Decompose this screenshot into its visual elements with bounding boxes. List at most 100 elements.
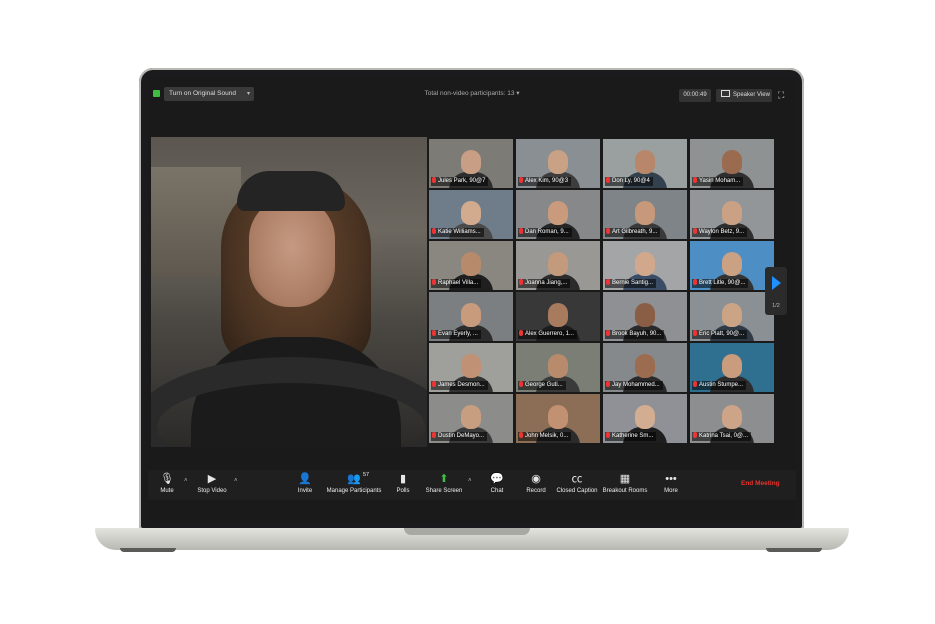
muted-mic-icon [693, 381, 697, 387]
participant-tile[interactable]: Katrina Tsai, 0@... [690, 394, 774, 443]
record-button[interactable]: ◉ Record [524, 472, 548, 494]
non-video-participants-label: Total non-video participants: 13 [424, 90, 515, 97]
participant-head [635, 354, 655, 378]
muted-mic-icon [693, 330, 697, 336]
participant-name-label: Dan Roman, 9... [518, 228, 572, 237]
participant-tile[interactable]: George Guti... [516, 343, 600, 392]
arrow-right-icon [772, 276, 781, 290]
participant-tile[interactable]: James Desmon... [429, 343, 513, 392]
participant-tile[interactable]: Yasin Moham... [690, 139, 774, 188]
steering-wheel [151, 357, 427, 447]
participant-tile[interactable]: Dan Roman, 9... [516, 190, 600, 239]
muted-mic-icon [519, 279, 523, 285]
participant-tile[interactable]: John Melsik, 0... [516, 394, 600, 443]
participant-head [722, 150, 742, 174]
audio-options-chevron-icon[interactable]: ˄ [184, 478, 188, 484]
next-page-button[interactable]: 1/2 [765, 267, 787, 315]
participant-tile[interactable]: Dustin DeMayo... [429, 394, 513, 443]
participant-name-label: George Guti... [518, 381, 566, 390]
participant-name-label: Dustin DeMayo... [431, 432, 488, 441]
participant-name-label: James Desmon... [431, 381, 488, 390]
share-screen-icon: ⬆ [439, 473, 449, 485]
participant-name-label: Brett Litle, 90@... [692, 279, 749, 288]
participant-name: Waylon Betz, 9... [699, 229, 745, 235]
participant-tile[interactable]: Katie Williams... [429, 190, 513, 239]
participant-name: Brett Litle, 90@... [699, 280, 746, 286]
participant-tile[interactable]: Alex Guerrero, 1... [516, 292, 600, 341]
participant-name-label: Katrina Tsai, 0@... [692, 432, 752, 441]
more-label: More [664, 488, 678, 494]
meeting-timer: 00:00:49 [679, 89, 711, 102]
polls-button[interactable]: ▮ Polls [394, 472, 412, 494]
participant-name: James Desmon... [438, 382, 485, 388]
participant-head [548, 150, 568, 174]
closed-caption-button[interactable]: ㏄ Closed Caption [554, 472, 600, 494]
participant-head [635, 201, 655, 225]
participant-name: Brook Bayuh, 90... [612, 331, 662, 337]
participant-tile[interactable]: Don Ly, 90@4 [603, 139, 687, 188]
fullscreen-icon[interactable]: ⛶ [778, 91, 787, 100]
add-person-icon: 👤 [298, 473, 312, 485]
participant-name: Katherine Sm... [612, 433, 654, 439]
page-indicator: 1/2 [772, 303, 780, 309]
muted-mic-icon [606, 432, 610, 438]
participant-head [461, 303, 481, 327]
muted-mic-icon [693, 279, 697, 285]
muted-mic-icon [519, 330, 523, 336]
participant-name: Dan Roman, 9... [525, 229, 569, 235]
speaker-video[interactable] [151, 137, 427, 447]
participant-tile[interactable]: Brook Bayuh, 90... [603, 292, 687, 341]
participant-tile[interactable]: Brett Litle, 90@... [690, 241, 774, 290]
breakout-rooms-label: Breakout Rooms [602, 488, 648, 494]
share-options-chevron-icon[interactable]: ˄ [468, 478, 472, 484]
participant-name: Alex Guerrero, 1... [525, 331, 575, 337]
muted-mic-icon [606, 279, 610, 285]
end-meeting-button[interactable]: End Meeting [741, 480, 780, 487]
share-screen-button[interactable]: ⬆ Share Screen [425, 472, 463, 494]
share-screen-label: Share Screen [425, 488, 463, 494]
more-dots-icon: ••• [665, 473, 677, 485]
record-icon: ◉ [531, 473, 541, 485]
participant-tile[interactable]: Bernie Santig... [603, 241, 687, 290]
participant-tile[interactable]: Jay Mohammed... [603, 343, 687, 392]
stop-video-label: Stop Video [197, 488, 227, 494]
participant-tile[interactable]: Joanna Jiang,... [516, 241, 600, 290]
more-button[interactable]: ••• More [662, 472, 680, 494]
participant-tile[interactable]: Austin Stumpe... [690, 343, 774, 392]
participant-tile[interactable]: Katherine Sm... [603, 394, 687, 443]
participant-tile[interactable]: Evan Eyerly, ... [429, 292, 513, 341]
participant-name-label: Brook Bayuh, 90... [605, 330, 665, 339]
manage-participants-label: Manage Participants [326, 488, 382, 494]
record-label: Record [526, 488, 546, 494]
participant-head [635, 405, 655, 429]
invite-button[interactable]: 👤 Invite [293, 472, 317, 494]
participant-tile[interactable]: Alex Kim, 90@3 [516, 139, 600, 188]
participant-tile[interactable]: Raphael Villa... [429, 241, 513, 290]
speaker-face [249, 197, 335, 307]
mute-button[interactable]: 🎙 Mute [155, 472, 179, 494]
participant-name-label: Waylon Betz, 9... [692, 228, 748, 237]
muted-mic-icon [432, 330, 436, 336]
chat-button[interactable]: 💬 Chat [487, 472, 507, 494]
participant-name-label: Katherine Sm... [605, 432, 657, 441]
participant-name-label: Yasin Moham... [692, 177, 744, 186]
participant-name: Alex Kim, 90@3 [525, 178, 569, 184]
laptop-notch [404, 528, 530, 535]
muted-mic-icon [519, 381, 523, 387]
participant-tile[interactable]: Eric Platt, 90@... [690, 292, 774, 341]
participant-tile[interactable]: Waylon Betz, 9... [690, 190, 774, 239]
manage-participants-button[interactable]: 👥 57 Manage Participants [324, 472, 384, 494]
breakout-rooms-button[interactable]: ▦ Breakout Rooms [602, 472, 648, 494]
participant-tile[interactable]: Art Gilbreath, 9... [603, 190, 687, 239]
muted-mic-icon [519, 177, 523, 183]
participant-tile[interactable]: Jules Park, 90@7 [429, 139, 513, 188]
muted-mic-icon [693, 228, 697, 234]
stop-video-button[interactable]: ▶ Stop Video [194, 472, 230, 494]
participant-name: George Guti... [525, 382, 563, 388]
participant-head [722, 201, 742, 225]
speaker-view-button[interactable]: Speaker View [716, 89, 772, 102]
participant-name: Eric Platt, 90@... [699, 331, 745, 337]
participant-head [635, 252, 655, 276]
video-options-chevron-icon[interactable]: ˄ [234, 478, 238, 484]
participant-head [722, 354, 742, 378]
